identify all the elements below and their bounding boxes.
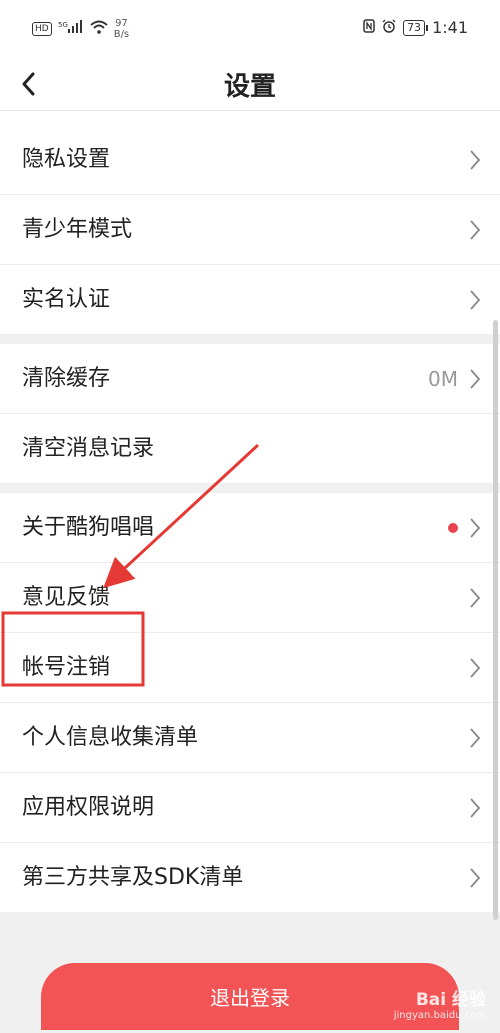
wifi-icon	[90, 20, 108, 38]
chevron-right-icon	[470, 368, 481, 389]
status-left: HD 5G 97 B/s	[32, 18, 129, 40]
chevron-right-icon	[470, 149, 481, 170]
row-label: 清空消息记录	[22, 436, 155, 461]
row-privacy-settings[interactable]: 隐私设置	[0, 125, 500, 195]
page-title: 设置	[223, 72, 276, 102]
row-label: 青少年模式	[22, 217, 133, 242]
row-personal-info-list[interactable]: 个人信息收集清单	[0, 703, 500, 773]
settings-group-storage: 清除缓存 0M 清空消息记录	[0, 344, 500, 483]
nfc-icon	[363, 18, 375, 37]
svg-text:5G: 5G	[58, 21, 68, 29]
row-feedback[interactable]: 意见反馈	[0, 563, 500, 633]
watermark-url: jingyan.baidu.com	[393, 1010, 486, 1021]
chevron-right-icon	[470, 289, 481, 310]
row-label: 帐号注销	[22, 655, 111, 680]
cache-size: 0M	[428, 366, 458, 391]
battery-indicator: 73	[403, 19, 429, 36]
new-badge-dot	[448, 522, 458, 533]
signal-icon: 5G	[58, 20, 84, 38]
chevron-right-icon	[470, 219, 481, 240]
chevron-right-icon	[470, 867, 481, 888]
row-permission-info[interactable]: 应用权限说明	[0, 773, 500, 843]
row-teen-mode[interactable]: 青少年模式	[0, 195, 500, 265]
hd-badge: HD	[32, 22, 52, 36]
row-label: 应用权限说明	[22, 795, 155, 820]
row-real-name-auth[interactable]: 实名认证	[0, 265, 500, 334]
row-clear-messages[interactable]: 清空消息记录	[0, 414, 500, 483]
chevron-right-icon	[470, 727, 481, 748]
row-label: 隐私设置	[22, 147, 111, 172]
alarm-icon	[382, 19, 396, 37]
list-top-sliver	[0, 111, 500, 126]
row-label: 意见反馈	[22, 585, 111, 610]
chevron-right-icon	[470, 587, 481, 608]
status-right: 73 1:41	[363, 18, 468, 37]
row-account-deletion[interactable]: 帐号注销	[0, 633, 500, 703]
net-speed-value: 97	[115, 18, 128, 29]
row-label: 个人信息收集清单	[22, 725, 199, 750]
settings-group-about: 关于酷狗唱唱 意见反馈 帐号注销 个人信息收集清单 应用权限说明 第三方共享及S…	[0, 493, 500, 912]
chevron-right-icon	[470, 517, 481, 538]
scrollbar[interactable]	[493, 320, 498, 920]
row-clear-cache[interactable]: 清除缓存 0M	[0, 344, 500, 414]
net-speed-unit: B/s	[113, 29, 130, 40]
status-bar: HD 5G 97 B/s 73 1:41	[0, 0, 500, 58]
chevron-right-icon	[470, 797, 481, 818]
chevron-right-icon	[470, 657, 481, 678]
nav-header: 设置	[0, 58, 500, 111]
row-label: 清除缓存	[22, 366, 111, 391]
watermark-logo: Bai 经验	[415, 990, 486, 1010]
row-label: 实名认证	[22, 287, 111, 312]
net-speed: 97 B/s	[114, 18, 129, 40]
row-third-party-sdk-list[interactable]: 第三方共享及SDK清单	[0, 843, 500, 912]
row-label: 第三方共享及SDK清单	[22, 865, 244, 890]
settings-group-account: 隐私设置 青少年模式 实名认证	[0, 125, 500, 334]
row-about-app[interactable]: 关于酷狗唱唱	[0, 493, 500, 563]
status-time: 1:41	[432, 18, 468, 37]
row-label: 关于酷狗唱唱	[22, 515, 155, 540]
